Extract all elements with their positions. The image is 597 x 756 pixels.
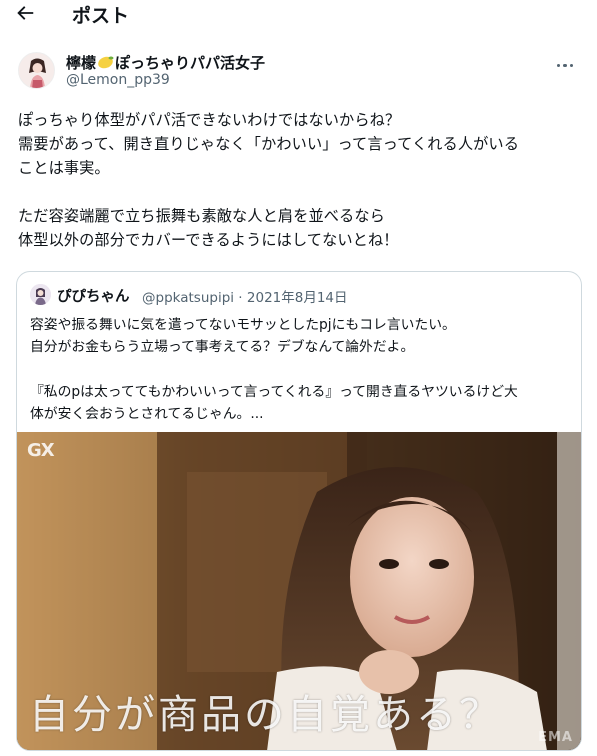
video-subtitle: 自分が商品の自覚ある？ xyxy=(29,692,502,738)
display-name[interactable]: 檸檬 ぽっちゃりパパ活女子 xyxy=(66,52,265,73)
author-row: 檸檬 ぽっちゃりパパ活女子 @Lemon_pp39 xyxy=(16,46,581,96)
header-bar: ポスト xyxy=(0,0,597,30)
more-options-icon[interactable] xyxy=(555,52,577,70)
lemon-emoji-icon xyxy=(97,55,114,69)
quoted-meta: @ppkatsupipi · 2021年8月14日 xyxy=(142,290,348,306)
user-handle[interactable]: @Lemon_pp39 xyxy=(66,72,170,88)
display-name-part-2: ぽっちゃりパパ活女子 xyxy=(115,54,266,72)
tweet-text: ぽっちゃり体型がパパ活できないわけではないからね？ 需要があって、開き直りじゃな… xyxy=(18,111,519,249)
channel-logo: GX xyxy=(27,440,55,461)
quoted-media-image[interactable]: GX 自分が商品の自覚ある？ EMA xyxy=(17,432,581,750)
page-title: ポスト xyxy=(72,5,130,27)
quoted-avatar xyxy=(30,284,51,305)
quoted-tweet-text: 容姿や振る舞いに気を遣ってないモサッとしたpjにもコレ言いたい。 自分がお金もら… xyxy=(30,317,518,423)
avatar[interactable] xyxy=(18,52,55,89)
quoted-tweet-header: ぴぴちゃん @ppkatsupipi · 2021年8月14日 xyxy=(30,284,570,306)
back-arrow-icon[interactable] xyxy=(14,2,40,28)
quoted-display-name: ぴぴちゃん xyxy=(57,289,130,305)
display-name-part-1: 檸檬 xyxy=(66,54,97,72)
quoted-tweet[interactable]: ぴぴちゃん @ppkatsupipi · 2021年8月14日 容姿や振る舞いに… xyxy=(16,271,582,751)
media-watermark: EMA xyxy=(538,730,573,745)
